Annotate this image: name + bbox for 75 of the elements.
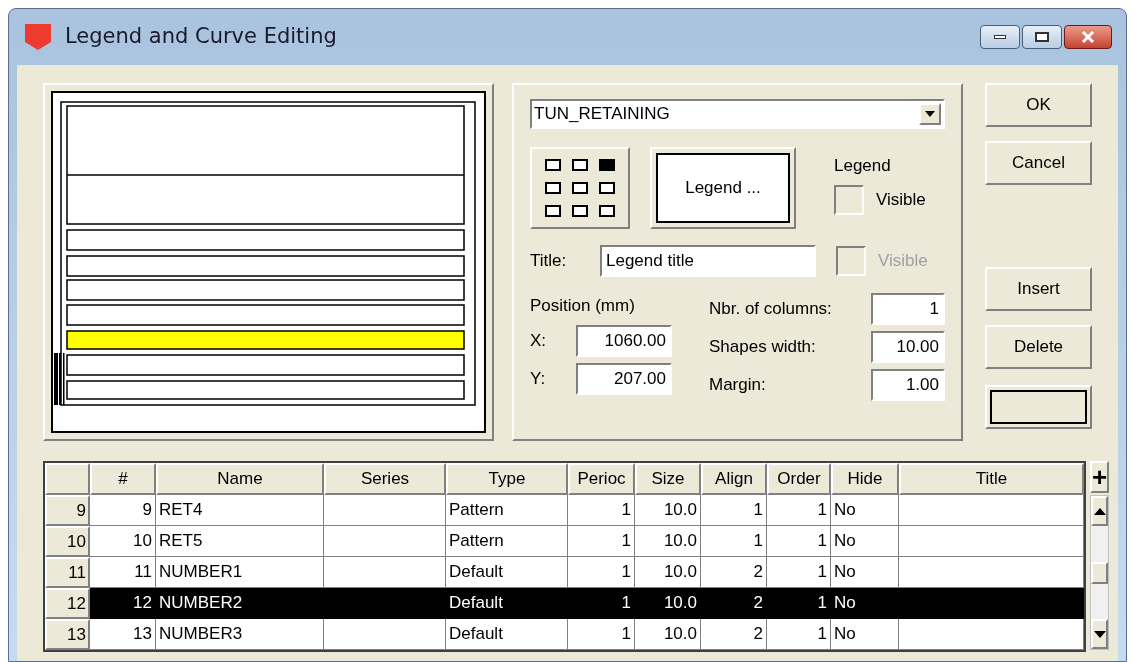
setting-field[interactable]: 1.00 xyxy=(871,369,945,401)
column-header[interactable]: Perioc xyxy=(568,463,635,495)
row-header[interactable]: 11 xyxy=(45,557,90,588)
position-cell[interactable] xyxy=(572,205,588,218)
table-cell: 13 xyxy=(90,619,156,650)
close-button[interactable] xyxy=(1064,25,1112,49)
position-cell[interactable] xyxy=(598,205,615,218)
app-icon xyxy=(23,22,53,52)
legend-button[interactable]: Legend ... xyxy=(650,147,796,229)
column-header[interactable]: Series xyxy=(324,463,446,495)
position-cell[interactable] xyxy=(598,158,615,171)
table-row[interactable]: 9 9 RET4 Pattern 1 10.0 1 1 No xyxy=(45,495,1084,526)
corner-header xyxy=(45,463,90,495)
legend-label: Legend xyxy=(834,155,892,177)
setting-field[interactable]: 1 xyxy=(871,293,945,325)
row-header[interactable]: 13 xyxy=(45,619,90,650)
table-cell: 10.0 xyxy=(635,619,701,650)
window-title: Legend and Curve Editing xyxy=(65,23,337,51)
scrollbar[interactable] xyxy=(1090,495,1110,650)
scroll-down-icon[interactable] xyxy=(1091,619,1109,649)
title-label: Title: xyxy=(530,250,568,273)
column-header[interactable]: Size xyxy=(635,463,701,495)
position-cell[interactable] xyxy=(545,182,562,194)
dialog-button[interactable]: Cancel xyxy=(985,141,1092,185)
visible-label: Visible xyxy=(876,188,926,211)
table-cell: Default xyxy=(446,619,568,650)
maximize-button[interactable] xyxy=(1022,25,1062,49)
title-field[interactable]: Legend title xyxy=(600,245,816,277)
coordinate-field[interactable]: 207.00 xyxy=(576,363,672,395)
table-cell: 1 xyxy=(767,619,831,650)
table-cell: No xyxy=(831,619,899,650)
setting-label: Nbr. of columns: xyxy=(709,298,833,321)
setting-label: Shapes width: xyxy=(709,336,817,359)
table-cell: NUMBER3 xyxy=(156,619,324,650)
position-cell[interactable] xyxy=(572,158,588,171)
row-header[interactable]: 10 xyxy=(45,526,90,557)
coordinate-label: Y: xyxy=(530,368,547,391)
position-cell[interactable] xyxy=(572,182,588,194)
column-header[interactable]: Align xyxy=(701,463,767,495)
add-row-button[interactable]: + xyxy=(1090,461,1110,493)
position-cell[interactable] xyxy=(545,158,562,171)
scroll-up-icon[interactable] xyxy=(1091,496,1109,526)
table-row[interactable]: 10 10 RET5 Pattern 1 10.0 1 1 No xyxy=(45,526,1084,557)
column-header[interactable]: # xyxy=(90,463,156,495)
column-header[interactable]: Type xyxy=(446,463,568,495)
table-row[interactable]: 12 12 NUMBER2 Default 1 10.0 2 1 No xyxy=(45,588,1084,619)
close-icon xyxy=(1081,31,1095,43)
table-cell: 1 xyxy=(568,619,635,650)
position-cell[interactable] xyxy=(598,182,615,194)
position-label: Position (mm) xyxy=(530,295,636,317)
scroll-thumb[interactable] xyxy=(1091,561,1109,584)
table-cell: 2 xyxy=(701,619,767,650)
coordinate-label: X: xyxy=(530,330,548,353)
row-header[interactable]: 12 xyxy=(45,588,90,619)
curve-dropdown[interactable]: TUN_RETAINING xyxy=(530,99,945,129)
checkbox[interactable] xyxy=(834,184,864,215)
minimize-button[interactable] xyxy=(980,25,1020,49)
position-cell[interactable] xyxy=(545,205,562,218)
coordinate-field[interactable]: 1060.00 xyxy=(576,325,672,357)
position-selector[interactable] xyxy=(530,147,630,229)
setting-field[interactable]: 10.00 xyxy=(871,331,945,363)
color-swatch-button[interactable] xyxy=(985,385,1092,429)
dialog-button[interactable]: OK xyxy=(985,83,1092,127)
setting-label: Margin: xyxy=(709,374,767,397)
column-header[interactable]: Hide xyxy=(831,463,899,495)
dialog-button[interactable]: Insert xyxy=(985,267,1092,311)
dropdown-caret-icon xyxy=(919,103,941,125)
dialog-button[interactable]: Delete xyxy=(985,325,1092,369)
table-row[interactable]: 11 11 NUMBER1 Default 1 10.0 2 1 No xyxy=(45,557,1084,588)
visible-label: Visible xyxy=(878,250,928,273)
column-header[interactable]: Order xyxy=(767,463,831,495)
column-header[interactable]: Title xyxy=(899,463,1084,495)
column-header[interactable]: Name xyxy=(156,463,324,495)
row-header[interactable]: 9 xyxy=(45,495,90,526)
table-row[interactable]: 13 13 NUMBER3 Default 1 10.0 2 1 No xyxy=(45,619,1084,650)
